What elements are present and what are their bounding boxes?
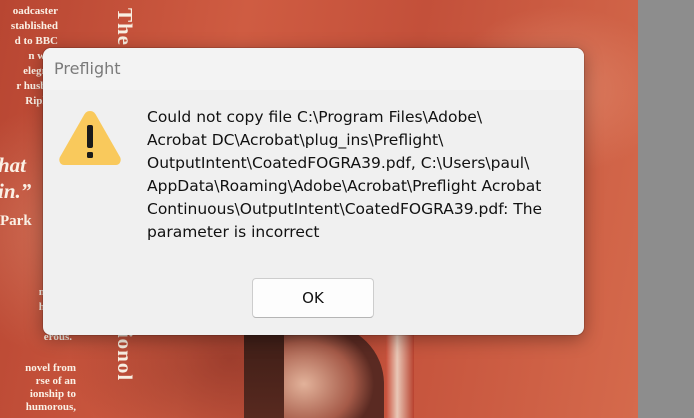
bg-line: ionship to — [29, 388, 76, 400]
warning-icon — [59, 111, 121, 165]
dialog-title: Preflight — [54, 59, 121, 78]
background-paragraph-bottom: novel from rse of an ionship to humorous… — [0, 362, 76, 414]
bg-line: in.” — [0, 179, 32, 203]
bg-line: stablished — [10, 20, 58, 32]
ok-button[interactable]: OK — [252, 278, 374, 318]
portrait-hair — [244, 324, 284, 418]
bg-line: humorous, — [25, 401, 76, 413]
error-message: Could not copy file C:\Program Files\Ado… — [147, 106, 567, 244]
viewer-gray-margin — [638, 0, 694, 418]
bg-line: oadcaster — [12, 5, 58, 17]
spine-title-top: The — [113, 8, 137, 47]
message-line: Continuous\OutputIntent\CoatedFOGRA39.pd… — [147, 200, 543, 218]
message-line: AppData\Roaming\Adobe\Acrobat\Preflight … — [147, 177, 542, 195]
message-line: OutputIntent\CoatedFOGRA39.pdf, C:\Users… — [147, 154, 530, 172]
dialog-titlebar[interactable]: Preflight — [43, 48, 584, 90]
portrait-frame — [386, 330, 414, 418]
background-quote: hat in.” — [0, 152, 31, 204]
message-line: Acrobat DC\Acrobat\plug_ins\Preflight\ — [147, 131, 444, 149]
bg-line: novel from — [25, 362, 76, 374]
message-line: parameter is incorrect — [147, 223, 320, 241]
bg-line: rse of an — [35, 375, 76, 387]
background-park: Park — [0, 213, 32, 229]
preflight-dialog: Preflight Could not copy file C:\Program… — [43, 48, 584, 335]
bg-line: d to BBC — [14, 35, 58, 47]
bg-line: hat — [0, 153, 27, 177]
message-line: Could not copy file C:\Program Files\Ado… — [147, 108, 483, 126]
